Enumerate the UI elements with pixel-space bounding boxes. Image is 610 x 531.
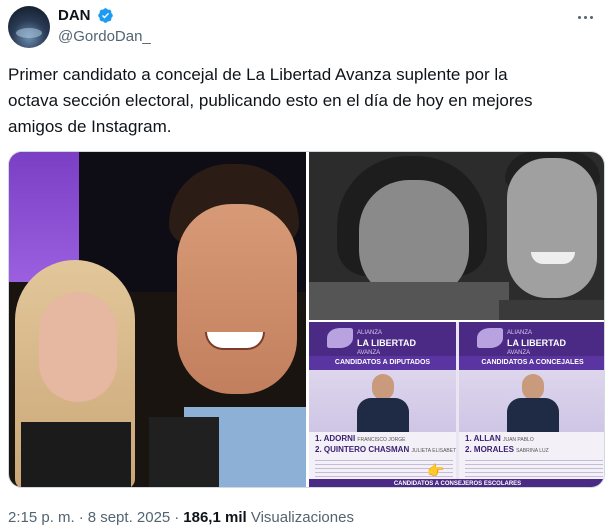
views-label: Visualizaciones (250, 509, 354, 526)
bw-selfie-photo[interactable] (309, 152, 604, 320)
tweet-text-line: octava sección electoral, publicando est… (8, 91, 533, 110)
author-handle[interactable]: @GordoDan_ (58, 28, 151, 45)
tweet-time[interactable]: 2:15 p. m. (8, 509, 75, 526)
views-count: 186,1 mil (183, 509, 247, 526)
selfie-photo[interactable] (9, 152, 306, 487)
lion-logo-icon (477, 328, 503, 348)
flyer-footer: CANDIDATOS A CONSEJEROS ESCOLARES (309, 479, 604, 487)
flyer-band: CANDIDATOS A DIPUTADOS PROVINCIALES (309, 356, 456, 380)
tweet-text-line: Primer candidato a concejal de La Libert… (8, 65, 508, 84)
flyer-names: 1. ADORNI FRANCISCO JORGE 2. QUINTERO CH… (315, 434, 457, 454)
media-grid: ALIANZA LA LIBERTAD AVANZA CANDIDATOS A … (8, 151, 605, 488)
tweet-text: Primer candidato a concejal de La Libert… (8, 62, 588, 140)
tweet-date[interactable]: 8 sept. 2025 (88, 509, 171, 526)
avatar-image (16, 28, 42, 38)
tweet-meta: 2:15 p. m. · 8 sept. 2025 · 186,1 mil Visual… (8, 509, 354, 526)
verified-badge-icon (98, 8, 113, 23)
flyer-band: CANDIDATOS A CONCEJALES (459, 356, 604, 370)
flyer-logo: ALIANZA LA LIBERTAD AVANZA (507, 330, 566, 356)
avatar[interactable] (8, 6, 50, 48)
tweet-text-line: amigos de Instagram. (8, 117, 172, 136)
campaign-flyers-photo[interactable]: ALIANZA LA LIBERTAD AVANZA CANDIDATOS A … (309, 322, 604, 487)
more-options-icon[interactable] (574, 6, 596, 28)
pointing-hand-icon: 👉 (427, 462, 445, 478)
flyer-logo: ALIANZA LA LIBERTAD AVANZA (357, 330, 416, 356)
lion-logo-icon (327, 328, 353, 348)
flyer-names: 1. ALLAN JUAN PABLO 2. MORALES SABRINA L… (465, 434, 549, 454)
tweet: DAN @GordoDan_ Primer candidato a concej… (0, 0, 610, 531)
flyer-concejales: ALIANZA LA LIBERTAD AVANZA CANDIDATOS A … (459, 322, 604, 487)
author-name[interactable]: DAN (58, 7, 91, 24)
